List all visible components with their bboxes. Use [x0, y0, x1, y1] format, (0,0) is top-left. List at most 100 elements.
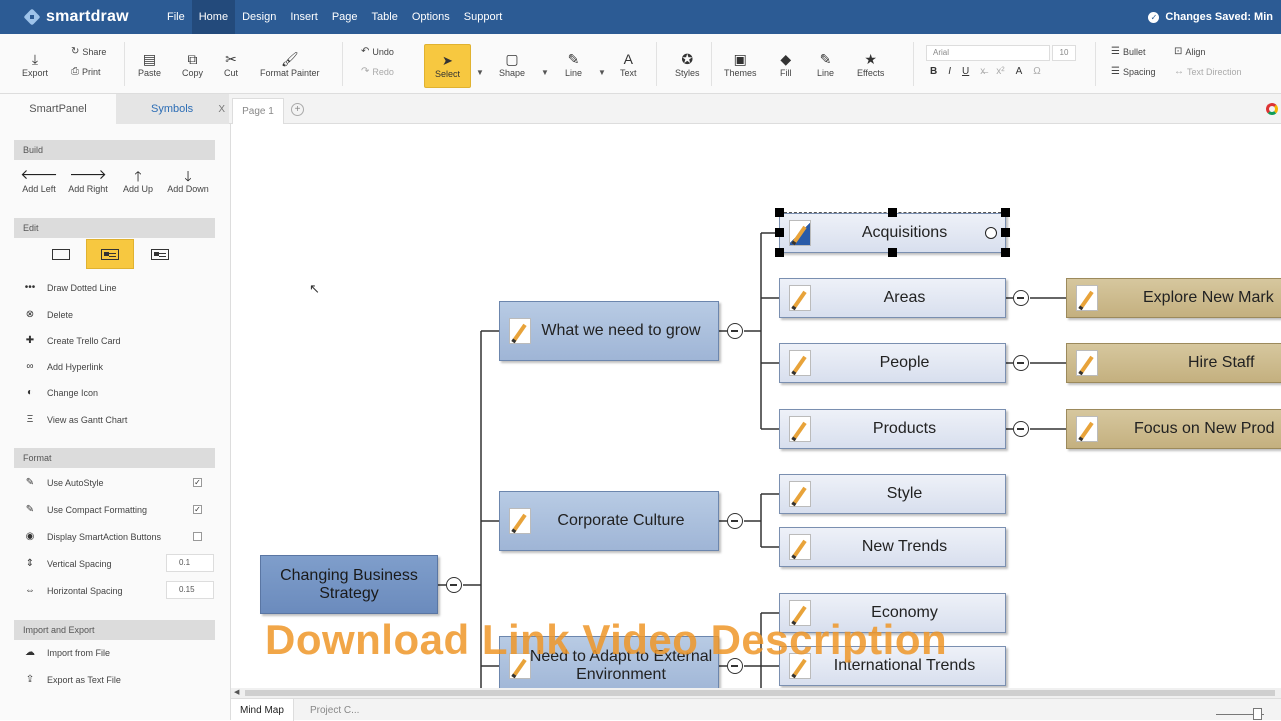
resize-handle[interactable] — [1001, 248, 1010, 257]
export-text-file-action[interactable]: ⇪ Export as Text File — [22, 674, 121, 685]
resize-handle[interactable] — [775, 228, 784, 237]
styles-button[interactable]: ✪ Styles — [675, 50, 700, 78]
rotate-handle-icon[interactable] — [985, 227, 997, 239]
format-painter-button[interactable]: 🖌 Format Painter — [260, 50, 320, 78]
node-acquisitions[interactable]: Acquisitions — [779, 213, 1006, 253]
page-tab[interactable]: Page 1 — [232, 98, 284, 124]
menu-home[interactable]: Home — [191, 0, 236, 34]
zoom-slider-knob[interactable] — [1253, 708, 1262, 720]
align-button[interactable]: ⊡ Align — [1174, 46, 1205, 57]
tab-smartpanel[interactable]: SmartPanel — [0, 94, 116, 124]
node-areas[interactable]: Areas — [779, 278, 1006, 318]
line-style-button[interactable]: ✎ Line — [817, 50, 834, 78]
resize-handle[interactable] — [775, 248, 784, 257]
spacing-button[interactable]: ☰ Spacing — [1111, 66, 1156, 77]
add-hyperlink-action[interactable]: ∞ Add Hyperlink — [22, 361, 103, 372]
node-explore-new-markets[interactable]: Explore New Mark — [1066, 278, 1281, 318]
add-page-icon[interactable]: + — [291, 103, 304, 116]
use-autostyle-checkbox[interactable]: ✓ — [193, 478, 202, 487]
menu-support[interactable]: Support — [457, 0, 510, 34]
text-tool-button[interactable]: A Text — [620, 50, 637, 78]
paste-button[interactable]: ▤ Paste — [138, 50, 161, 78]
close-icon[interactable]: X — [218, 104, 225, 115]
themes-button[interactable]: ▣ Themes — [724, 50, 757, 78]
copy-button[interactable]: ⧉ Copy — [182, 50, 203, 78]
horizontal-spacing-input[interactable]: 0.15 — [166, 581, 214, 599]
tab-symbols[interactable]: Symbols X — [116, 94, 229, 124]
create-trello-card-action[interactable]: ✚ Create Trello Card — [22, 335, 121, 346]
strikethrough-button[interactable]: x̶ — [980, 66, 985, 77]
shape-dropdown-caret[interactable]: ▼ — [541, 68, 549, 77]
branch-node-grow[interactable]: What we need to grow — [499, 301, 719, 361]
collapse-toggle-icon[interactable] — [1013, 290, 1029, 306]
image-shape-button[interactable] — [136, 239, 184, 269]
menu-insert[interactable]: Insert — [283, 0, 325, 34]
branch-node-culture[interactable]: Corporate Culture — [499, 491, 719, 551]
display-smartaction-checkbox[interactable] — [193, 532, 202, 541]
icon-shape-button[interactable] — [86, 239, 134, 269]
font-color-button[interactable]: A — [1016, 66, 1023, 77]
mindmap-root-node[interactable]: Changing Business Strategy — [260, 555, 438, 614]
add-right-button[interactable]: 🡒 Add Right — [64, 166, 112, 194]
tab-mind-map[interactable]: Mind Map — [231, 699, 294, 721]
collapse-toggle-icon[interactable] — [727, 513, 743, 529]
resize-handle[interactable] — [888, 248, 897, 257]
select-dropdown-caret[interactable]: ▼ — [476, 68, 484, 77]
text-direction-button[interactable]: ↔ Text Direction — [1174, 66, 1242, 77]
export-button[interactable]: ⤓ Export — [22, 50, 48, 78]
fill-button[interactable]: ◆ Fill — [780, 50, 792, 78]
resize-handle[interactable] — [1001, 208, 1010, 217]
font-family-select[interactable]: Arial — [926, 45, 1050, 61]
line-dropdown-caret[interactable]: ▼ — [598, 68, 606, 77]
delete-action[interactable]: ⊗ Delete — [22, 309, 73, 320]
collapse-toggle-icon[interactable] — [446, 577, 462, 593]
use-compact-checkbox[interactable]: ✓ — [193, 505, 202, 514]
bullet-button[interactable]: ☰ Bullet — [1111, 46, 1145, 57]
add-up-button[interactable]: 🡑 Add Up — [114, 166, 162, 194]
import-from-file-action[interactable]: ☁ Import from File — [22, 647, 110, 658]
collapse-toggle-icon[interactable] — [1013, 355, 1029, 371]
underline-button[interactable]: U — [962, 66, 969, 77]
line-tool-button[interactable]: ✎ Line — [565, 50, 582, 78]
bold-button[interactable]: B — [930, 66, 937, 77]
use-autostyle-option[interactable]: ✎ Use AutoStyle — [22, 477, 104, 488]
menu-design[interactable]: Design — [235, 0, 283, 34]
node-people[interactable]: People — [779, 343, 1006, 383]
shape-tool-button[interactable]: ▢ Shape — [499, 50, 525, 78]
undo-button[interactable]: ↶ Undo — [361, 46, 394, 57]
add-left-button[interactable]: 🡐 Add Left — [15, 166, 63, 194]
select-tool-button[interactable]: ➤ Select — [424, 44, 471, 88]
effects-button[interactable]: ★ Effects — [857, 50, 884, 78]
scrollbar-thumb[interactable] — [245, 690, 1275, 696]
menu-page[interactable]: Page — [325, 0, 365, 34]
draw-dotted-line-action[interactable]: ••• Draw Dotted Line — [22, 282, 117, 293]
node-style[interactable]: Style — [779, 474, 1006, 514]
add-down-button[interactable]: 🡓 Add Down — [164, 166, 212, 194]
resize-handle[interactable] — [888, 208, 897, 217]
cut-button[interactable]: ✂ Cut — [224, 50, 238, 78]
vertical-spacing-input[interactable]: 0.1 — [166, 554, 214, 572]
change-icon-action[interactable]: ◐ Change Icon — [22, 387, 98, 398]
menu-table[interactable]: Table — [365, 0, 405, 34]
menu-options[interactable]: Options — [405, 0, 457, 34]
use-compact-option[interactable]: ✎ Use Compact Formatting — [22, 504, 147, 515]
scroll-left-icon[interactable]: ◀ — [234, 688, 239, 696]
superscript-button[interactable]: x² — [996, 66, 1004, 77]
smartdraw-logo[interactable]: smartdraw — [0, 8, 160, 26]
display-smartaction-option[interactable]: ◉ Display SmartAction Buttons — [22, 531, 161, 542]
node-hire-staff[interactable]: Hire Staff — [1066, 343, 1281, 383]
symbol-button[interactable]: Ω — [1033, 66, 1040, 77]
resize-handle[interactable] — [775, 208, 784, 217]
diagram-canvas[interactable]: Changing Business Strategy What we need … — [231, 125, 1281, 688]
view-gantt-action[interactable]: Ξ View as Gantt Chart — [22, 414, 128, 425]
horizontal-scrollbar[interactable]: ◀ — [231, 688, 1281, 698]
node-products[interactable]: Products — [779, 409, 1006, 449]
redo-button[interactable]: ↷ Redo — [361, 66, 394, 77]
share-button[interactable]: ↻ Share — [71, 46, 106, 57]
menu-file[interactable]: File — [160, 0, 192, 34]
resize-handle[interactable] — [1001, 228, 1010, 237]
tab-project-chart[interactable]: Project C... — [301, 699, 368, 721]
collapse-toggle-icon[interactable] — [727, 323, 743, 339]
node-new-trends[interactable]: New Trends — [779, 527, 1006, 567]
italic-button[interactable]: I — [948, 66, 951, 77]
